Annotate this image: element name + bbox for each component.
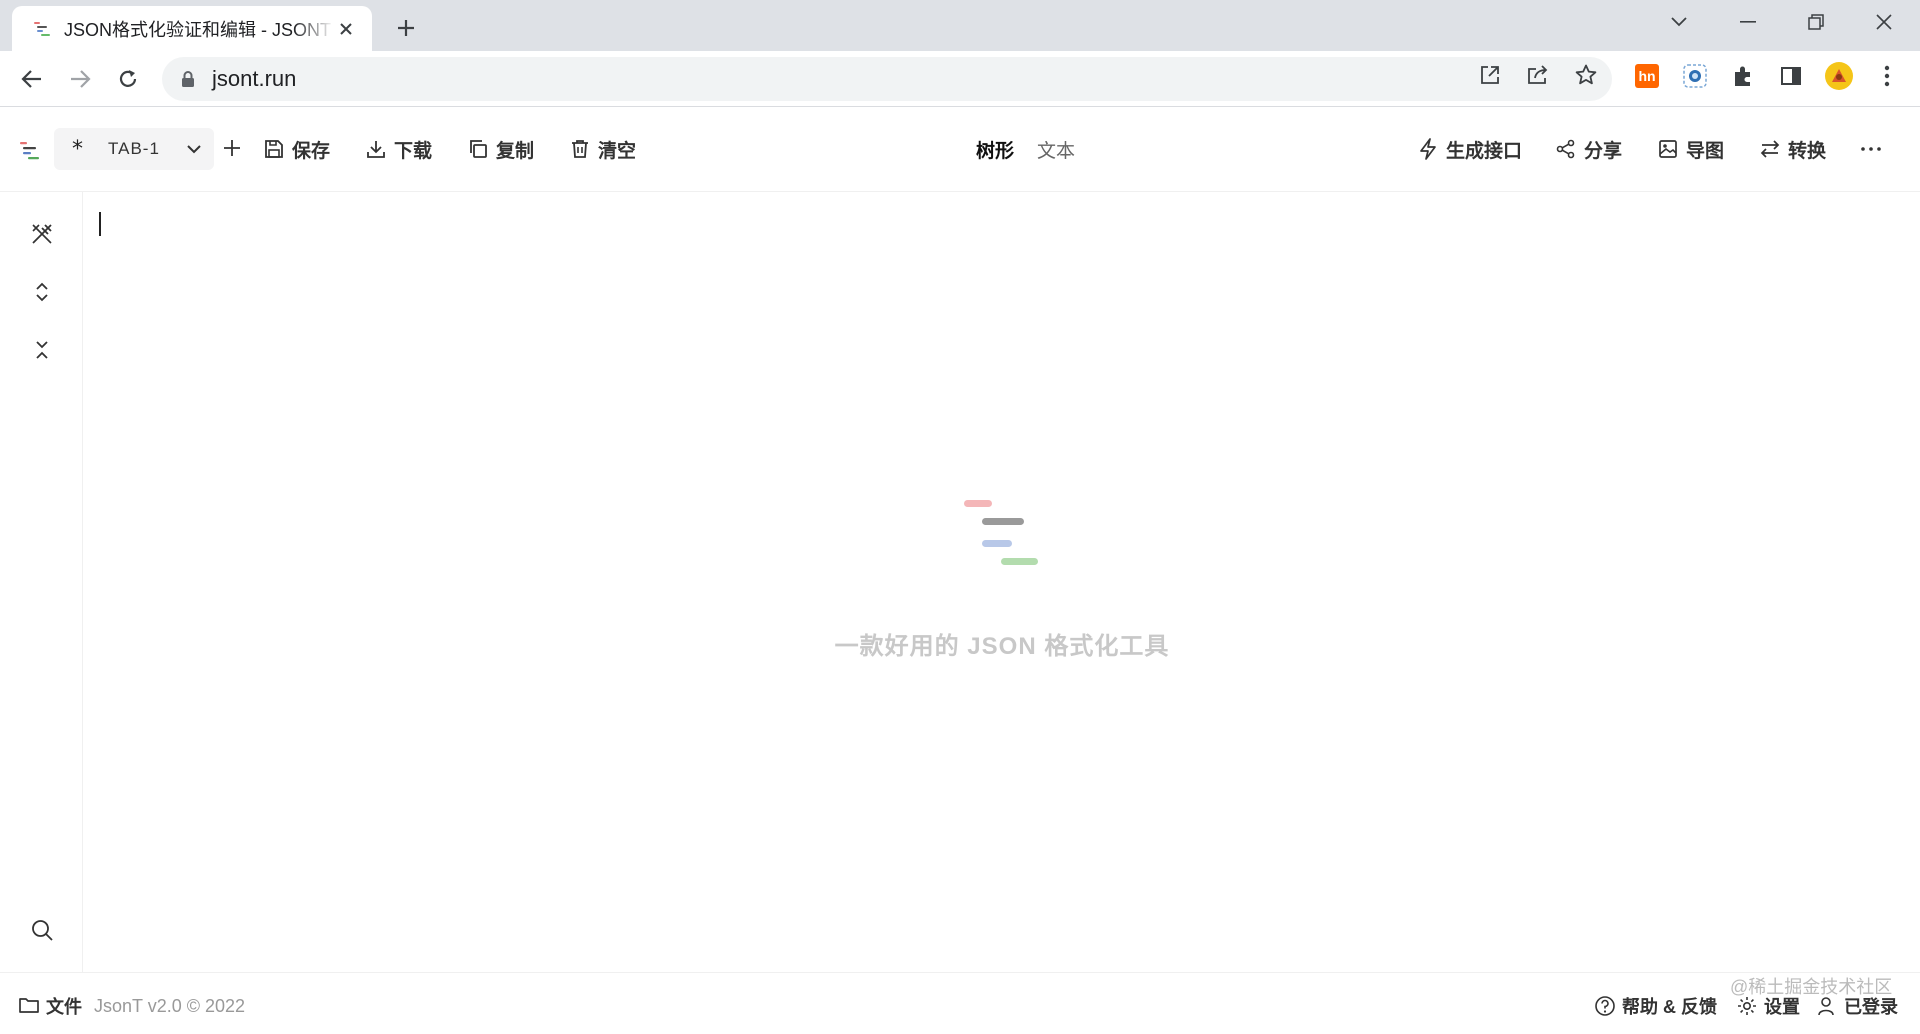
help-feedback-button[interactable]: 帮助 & 反馈 [1594,993,1717,1019]
extensions-puzzle-icon[interactable] [1728,61,1758,91]
collapse-all-icon[interactable] [26,334,58,366]
download-icon [364,137,388,161]
text-caret [99,212,101,236]
tab-search-icon[interactable] [1645,0,1713,44]
tab-text-view[interactable]: 文本 [1037,136,1075,163]
screenshot-extension-icon[interactable] [1680,61,1710,91]
share-page-icon[interactable] [1524,61,1552,89]
share-label: 分享 [1584,140,1623,162]
browser-tab-title: JSON格式化验证和编辑 - JSONT [64,19,332,40]
share-button[interactable]: 分享 [1554,134,1622,164]
minimize-icon[interactable] [1714,0,1782,44]
browser-tabstrip: JSON格式化验证和编辑 - JSONT [0,0,1920,51]
browser-menu-icon[interactable] [1872,61,1902,91]
clear-label: 清空 [598,140,637,162]
status-footer: 文件 JsonT v2.0 © 2022 帮助 & 反馈 设置 已登录 @稀土掘… [0,972,1920,1034]
placeholder-logo-icon [964,500,1044,580]
lock-icon[interactable] [180,70,196,88]
json-editor[interactable]: 一款好用的 JSON 格式化工具 [84,192,1920,972]
help-circle-icon [1594,995,1616,1017]
tab-close-icon[interactable] [334,17,358,41]
tagline-text: 一款好用的 JSON 格式化工具 [834,633,1170,660]
profile-avatar-icon[interactable] [1824,61,1854,91]
generate-api-label: 生成接口 [1446,140,1523,162]
download-button[interactable]: 下载 [364,134,432,164]
back-arrow-icon[interactable] [16,63,48,95]
search-icon[interactable] [26,914,58,946]
side-panel-icon[interactable] [1776,61,1806,91]
save-icon [262,137,286,161]
copy-button[interactable]: 复制 [466,134,534,164]
version-text: JsonT v2.0 © 2022 [94,995,246,1016]
save-label: 保存 [292,140,331,162]
folder-icon[interactable] [18,995,40,1017]
lightning-icon [1416,137,1440,161]
copy-label: 复制 [496,140,535,162]
tab-selector[interactable]: * TAB-1 [54,128,214,170]
export-image-button[interactable]: 导图 [1656,134,1724,164]
generate-api-button[interactable]: 生成接口 [1416,134,1522,164]
add-tab-button[interactable] [220,136,244,160]
files-button[interactable]: 文件 [46,993,82,1019]
browser-tab[interactable]: JSON格式化验证和编辑 - JSONT [12,6,372,51]
open-in-app-icon[interactable] [1476,61,1504,89]
app-logo-icon[interactable] [18,138,42,162]
files-section: 文件 JsonT v2.0 © 2022 [18,993,245,1019]
tab-selector-label: TAB-1 [108,139,160,158]
save-button[interactable]: 保存 [262,134,330,164]
jsont-favicon-icon [30,17,54,41]
unsaved-marker: * [72,136,83,162]
help-label: 帮助 & 反馈 [1622,997,1718,1017]
format-tool-icon[interactable] [26,218,58,250]
export-image-label: 导图 [1686,140,1725,162]
new-tab-icon[interactable] [390,12,422,44]
chevron-down-icon [186,144,202,154]
browser-toolbar: jsont.run hn [0,51,1920,107]
watermark-text: @稀土掘金技术社区 [1730,977,1893,997]
trash-icon [568,137,592,161]
swap-arrows-icon [1758,137,1782,161]
image-icon [1656,137,1680,161]
restore-icon[interactable] [1782,0,1850,44]
more-options-icon[interactable] [1856,136,1886,162]
bookmark-star-icon[interactable] [1572,61,1600,89]
address-bar[interactable]: jsont.run [162,57,1612,101]
expand-all-icon[interactable] [26,276,58,308]
tab-tree-view[interactable]: 树形 [976,136,1014,163]
empty-placeholder: 一款好用的 JSON 格式化工具 [84,500,1920,700]
clear-button[interactable]: 清空 [568,134,636,164]
app-toolbar: * TAB-1 保存 下载 复制 清空 树形 文本 生成接口 分享 导图 转换 [0,108,1920,192]
reload-icon[interactable] [112,63,144,95]
forward-arrow-icon[interactable] [64,63,96,95]
hn-extension-icon[interactable]: hn [1632,61,1662,91]
url-text: jsont.run [212,66,297,91]
convert-label: 转换 [1788,140,1827,162]
left-rail [0,192,83,972]
download-label: 下载 [394,140,433,162]
convert-button[interactable]: 转换 [1758,134,1826,164]
share-icon [1554,137,1578,161]
close-window-icon[interactable] [1850,0,1918,44]
copy-icon [466,137,490,161]
